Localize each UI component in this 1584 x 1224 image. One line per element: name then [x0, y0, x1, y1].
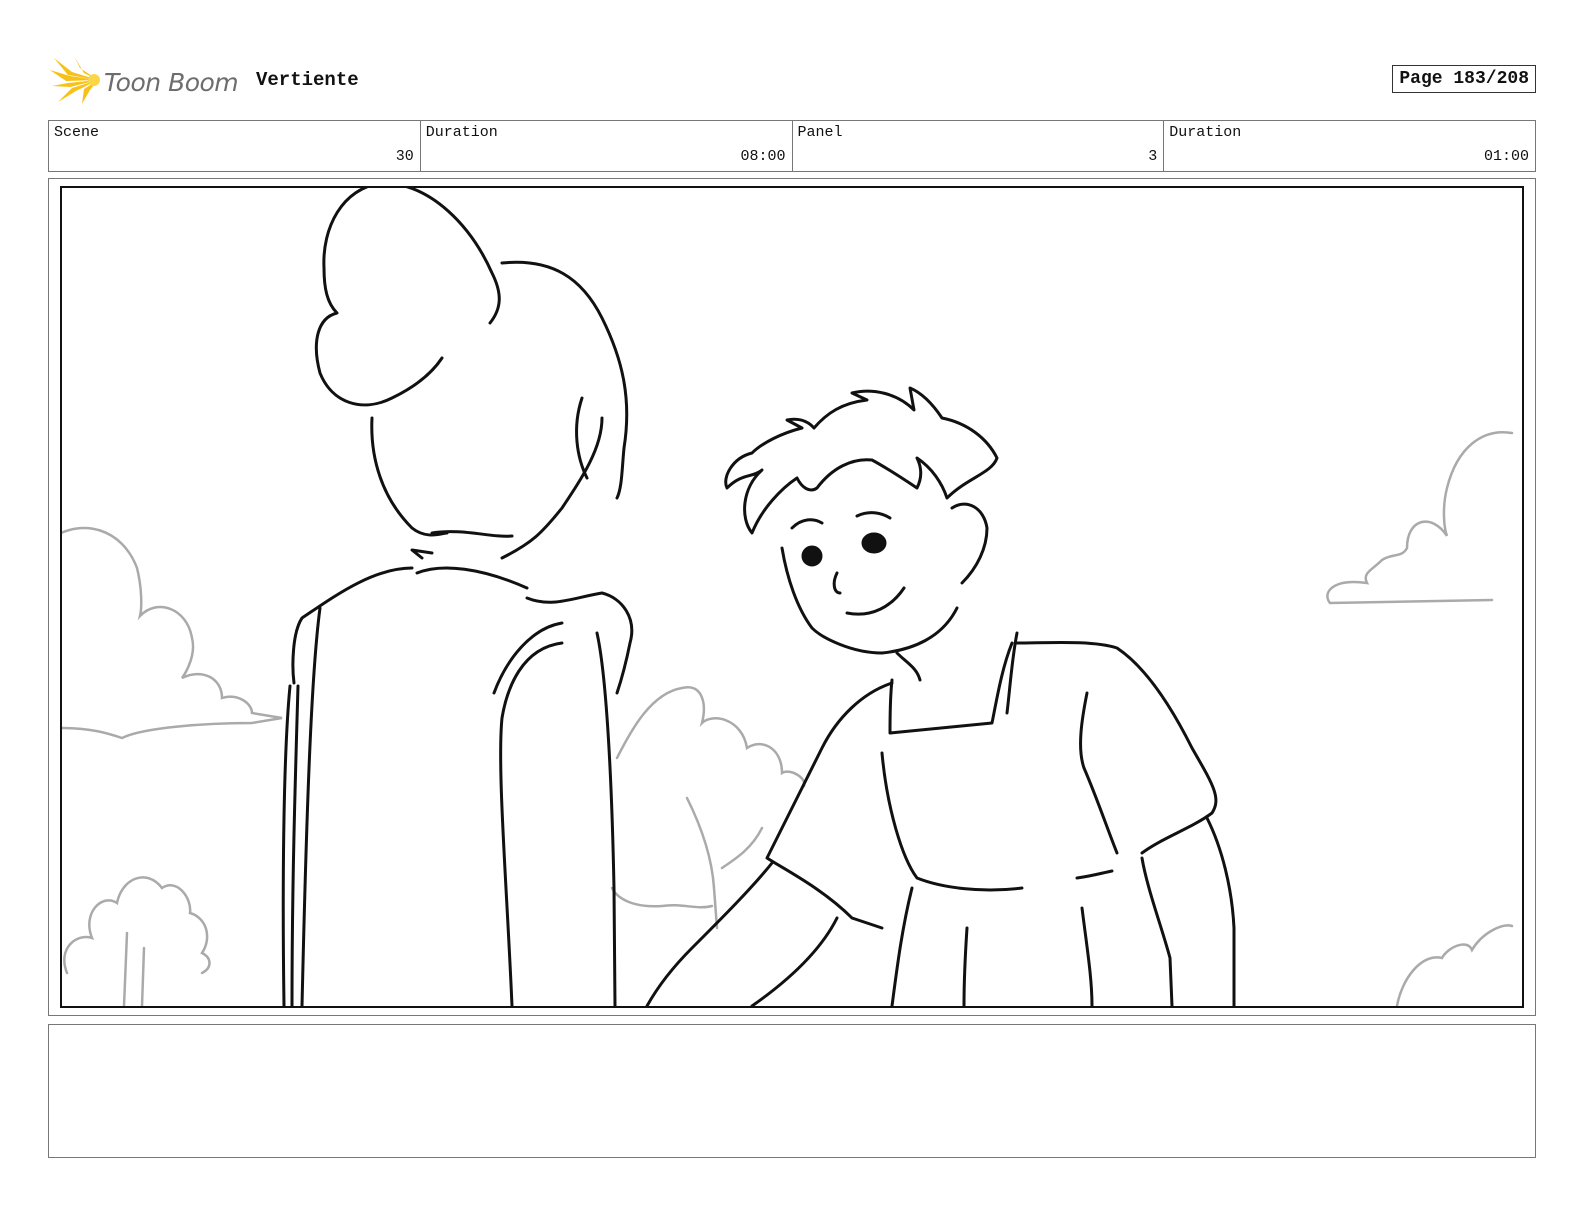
info-label: Duration	[425, 124, 498, 141]
toon-boom-logo: Toon Boom	[50, 56, 240, 104]
starburst-icon	[50, 56, 100, 104]
hair-bun	[314, 188, 444, 407]
info-cell-scene-duration: Duration 08:00	[421, 121, 793, 171]
boy-arm-left	[645, 861, 774, 1006]
panel-notes-box	[48, 1024, 1536, 1158]
boy-hair	[724, 386, 999, 535]
page-number: Page 183/208	[1392, 65, 1536, 93]
info-cell-panel-duration: Duration 01:00	[1164, 121, 1535, 171]
scene-info-table: Scene 30 Duration 08:00 Panel 3 Duration…	[48, 120, 1536, 172]
back-right	[499, 641, 564, 1006]
tree-trunk	[685, 796, 719, 930]
info-cell-scene: Scene 30	[49, 121, 421, 171]
info-label: Scene	[54, 124, 100, 141]
boy-waist	[880, 751, 1114, 892]
back-line	[300, 606, 322, 1006]
cloud-bottom-right	[1395, 924, 1514, 1006]
info-value: 08:00	[740, 148, 786, 165]
woman-figure	[281, 188, 634, 1006]
boy-ear	[950, 502, 989, 585]
head-back	[500, 260, 629, 500]
arm-right	[595, 631, 617, 1006]
background-sketch	[62, 431, 1514, 1006]
storyboard-panel-frame	[48, 178, 1536, 1016]
project-title: Vertiente	[256, 69, 359, 91]
storyboard-panel-drawing	[60, 186, 1524, 1008]
boy-eye-left	[801, 545, 823, 567]
boy-brow-left	[790, 518, 824, 530]
head-side	[370, 416, 449, 537]
bush-center-lower	[610, 886, 714, 909]
cloud-right	[1326, 431, 1514, 605]
arm-left	[281, 684, 300, 1006]
boy-nose	[832, 571, 842, 595]
hair-bun-top	[405, 188, 501, 325]
logo-text: Toon Boom	[104, 68, 239, 97]
info-cell-panel: Panel 3	[793, 121, 1165, 171]
bush-left-small	[63, 876, 211, 975]
shoulder-right	[525, 591, 634, 695]
boy-smile	[845, 586, 906, 616]
shoulder-left	[291, 566, 414, 685]
info-value: 3	[1148, 148, 1158, 165]
boy-sleeve-line	[1079, 691, 1119, 855]
tree-branch	[720, 826, 764, 870]
boy-brow-right	[855, 511, 892, 520]
info-value: 30	[395, 148, 414, 165]
boy-shoulder-left	[765, 681, 894, 930]
collar	[410, 530, 529, 590]
info-value: 01:00	[1483, 148, 1529, 165]
bush-center	[615, 686, 806, 788]
head-right	[500, 416, 604, 560]
boy-shirt-lower	[890, 886, 1094, 1006]
ear	[575, 396, 589, 480]
info-label: Panel	[797, 124, 843, 141]
cloud-left	[62, 526, 283, 740]
boy-eye-right	[861, 532, 887, 554]
boy-arm-left-2	[750, 916, 839, 1006]
boy-arm-right	[1140, 816, 1236, 1006]
bush-left-stem	[122, 931, 146, 1006]
boy-collar	[888, 641, 1014, 735]
info-label: Duration	[1169, 124, 1242, 141]
boy-figure	[645, 386, 1236, 1006]
boy-shoulder-right	[1015, 640, 1218, 855]
panel-sketch	[62, 188, 1514, 1006]
page-header: Toon Boom Vertiente Page 183/208	[50, 52, 1536, 108]
